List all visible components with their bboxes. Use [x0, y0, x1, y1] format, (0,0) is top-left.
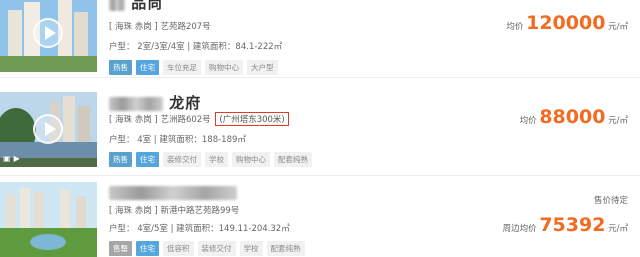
- property-thumbnail[interactable]: ▣ ▶: [0, 92, 97, 167]
- play-video-icon[interactable]: [33, 18, 63, 48]
- redacted-title-blur: [109, 185, 237, 200]
- property-thumbnail[interactable]: [0, 0, 97, 72]
- tag-sold-out: 售罄: [109, 241, 132, 256]
- listing-item[interactable]: [ 海珠 赤岗 ] 新港中路艺苑路99号 户型： 4室/5室 | 建筑面积：14…: [0, 176, 640, 257]
- listing-address: [ 海珠 赤岗 ] 艺苑路207号: [109, 22, 211, 32]
- listing-title[interactable]: 品尚: [109, 0, 163, 13]
- price-status: 售价待定: [593, 196, 628, 206]
- tag-feature: 低容积: [163, 241, 194, 256]
- media-icons: ▣ ▶: [3, 154, 20, 163]
- tag-feature: 学校: [205, 152, 228, 167]
- listing-title[interactable]: 龙府: [109, 92, 201, 113]
- listing-price: 周边均价 75392 元/㎡: [502, 214, 628, 236]
- tag-feature: 装修交付: [197, 241, 236, 256]
- tag-feature: 购物中心: [232, 152, 270, 167]
- tag-feature: 配套纯熟: [274, 152, 312, 167]
- tag-row: 热售 住宅 装修交付 学校 购物中心 配套纯熟: [109, 152, 312, 167]
- tag-residential: 住宅: [136, 241, 159, 256]
- photo-icon: ▣: [3, 154, 11, 163]
- listing-price: 均价 88000 元/㎡: [519, 106, 628, 128]
- play-video-icon[interactable]: [33, 114, 63, 144]
- tag-row: 热售 住宅 车位充足 购物中心 大户型: [109, 60, 278, 75]
- video-icon: ▶: [13, 154, 20, 163]
- redacted-title-blur: [109, 0, 125, 11]
- tag-feature: 配套纯熟: [266, 241, 305, 256]
- tag-feature: 学校: [239, 241, 263, 256]
- tag-feature: 购物中心: [205, 60, 243, 75]
- listing-address: [ 海珠 赤岗 ] 艺洲路602号 (广州塔东300米): [109, 112, 289, 126]
- tag-residential: 住宅: [136, 60, 159, 75]
- property-thumbnail[interactable]: [0, 182, 97, 257]
- tag-hot-sale: 热售: [109, 152, 132, 167]
- listing-layout-area: 户型： 2室/3室/4室 | 建筑面积：84.1-222㎡: [109, 42, 283, 52]
- listing-price: 均价 120000 元/㎡: [506, 12, 628, 34]
- tag-row: 售罄 住宅 低容积 装修交付 学校 配套纯熟: [109, 241, 305, 256]
- tag-hot-sale: 热售: [109, 60, 132, 75]
- listing-title[interactable]: [109, 183, 237, 201]
- listing-layout-area: 户型： 4室/5室 | 建筑面积：149.11-204.32㎡: [109, 224, 290, 234]
- listing-item[interactable]: ▣ ▶ 龙府 [ 海珠 赤岗 ] 艺洲路602号 (广州塔东300米) 户型： …: [0, 88, 640, 176]
- price-value: 120000: [526, 12, 606, 34]
- listing-layout-area: 户型： 4室 | 建筑面积：188-189㎡: [109, 135, 246, 145]
- location-highlight-box: (广州塔东300米): [215, 112, 289, 126]
- redacted-title-blur: [109, 96, 163, 111]
- listing-item[interactable]: 品尚 [ 海珠 赤岗 ] 艺苑路207号 户型： 2室/3室/4室 | 建筑面积…: [0, 0, 640, 78]
- listing-address: [ 海珠 赤岗 ] 新港中路艺苑路99号: [109, 206, 240, 216]
- tag-feature: 装修交付: [163, 152, 201, 167]
- price-value: 88000: [539, 106, 606, 128]
- tag-residential: 住宅: [136, 152, 159, 167]
- tag-feature: 大户型: [247, 60, 278, 75]
- price-value: 75392: [539, 214, 606, 236]
- tag-feature: 车位充足: [163, 60, 201, 75]
